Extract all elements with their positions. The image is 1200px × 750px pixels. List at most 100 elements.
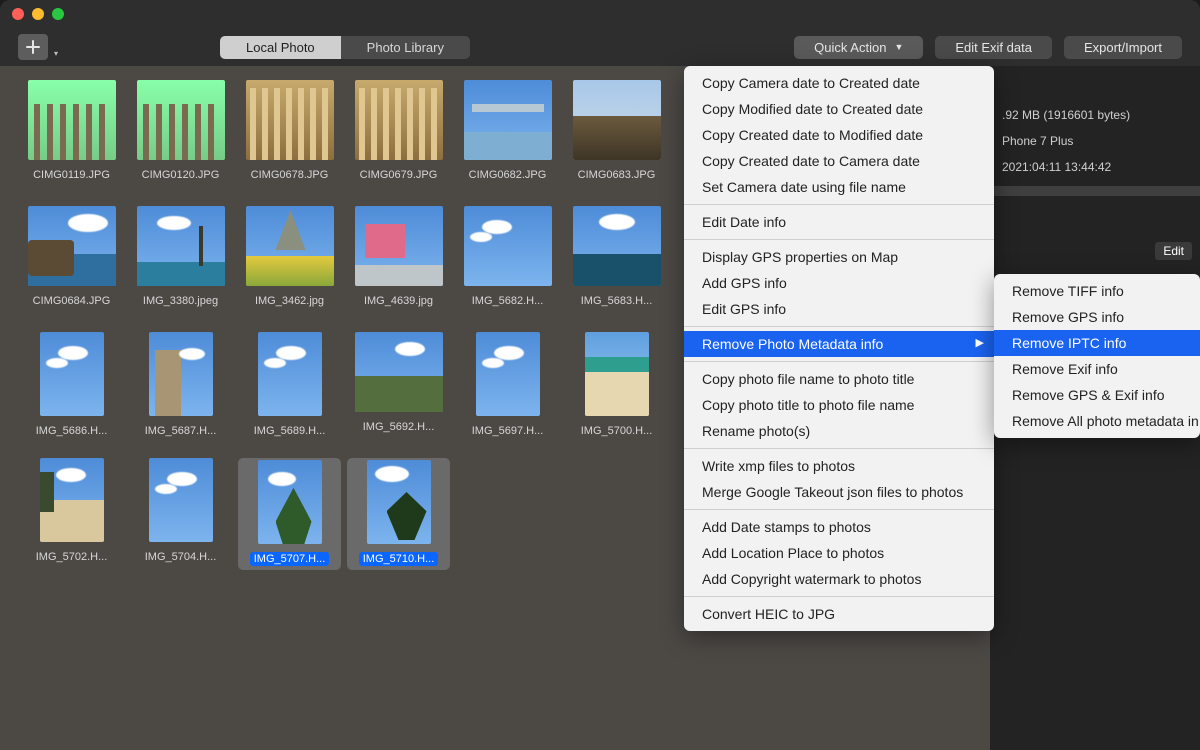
thumbnail-image	[464, 80, 552, 160]
thumbnail-item[interactable]: CIMG0683.JPG	[565, 80, 668, 192]
thumbnail-item[interactable]: IMG_5704.H...	[129, 458, 232, 570]
menu-item[interactable]: Display GPS properties on Map	[684, 244, 994, 270]
thumbnail-image	[28, 206, 116, 286]
thumbnail-item[interactable]: CIMG0679.JPG	[347, 80, 450, 192]
thumbnail-label: IMG_5692.H...	[359, 420, 439, 434]
thumbnail-item[interactable]: IMG_5682.H...	[456, 206, 559, 318]
thumbnail-label: IMG_5700.H...	[577, 424, 657, 438]
close-icon[interactable]	[12, 8, 24, 20]
quick-action-label: Quick Action	[814, 40, 886, 55]
menu-item[interactable]: Set Camera date using file name	[684, 174, 994, 200]
thumbnail-image	[258, 460, 322, 544]
menu-item[interactable]: Copy photo file name to photo title	[684, 366, 994, 392]
thumbnail-label: IMG_4639.jpg	[360, 294, 437, 308]
thumbnail-label: IMG_5683.H...	[577, 294, 657, 308]
thumbnail-image	[28, 80, 116, 160]
seg-photo-library[interactable]: Photo Library	[341, 36, 470, 59]
menu-item[interactable]: Copy Modified date to Created date	[684, 96, 994, 122]
thumbnail-item[interactable]: IMG_5687.H...	[129, 332, 232, 444]
menu-item[interactable]: Copy Camera date to Created date	[684, 70, 994, 96]
thumbnail-image	[137, 206, 225, 286]
submenu-item[interactable]: Remove GPS info	[994, 304, 1200, 330]
thumbnail-label: IMG_5689.H...	[250, 424, 330, 438]
submenu-item[interactable]: Remove All photo metadata in	[994, 408, 1200, 434]
thumbnail-label: IMG_5707.H...	[250, 552, 330, 566]
remove-metadata-submenu: Remove TIFF infoRemove GPS infoRemove IP…	[994, 274, 1200, 438]
thumbnail-label: CIMG0684.JPG	[29, 294, 115, 308]
view-segmented-control: Local Photo Photo Library	[220, 36, 470, 59]
thumbnail-item[interactable]: IMG_5686.H...	[20, 332, 123, 444]
thumbnail-image	[476, 332, 540, 416]
submenu-item[interactable]: Remove GPS & Exif info	[994, 382, 1200, 408]
menu-separator	[684, 326, 994, 327]
thumbnail-label: CIMG0119.JPG	[29, 168, 114, 182]
thumbnail-item[interactable]: CIMG0682.JPG	[456, 80, 559, 192]
thumbnail-item[interactable]: CIMG0678.JPG	[238, 80, 341, 192]
thumbnail-label: IMG_3462.jpg	[251, 294, 328, 308]
thumbnail-image	[573, 206, 661, 286]
edit-exif-button[interactable]: Edit Exif data	[935, 36, 1052, 59]
thumbnail-label: CIMG0678.JPG	[247, 168, 333, 182]
edit-metadata-button[interactable]: Edit	[1155, 242, 1192, 260]
fullscreen-icon[interactable]	[52, 8, 64, 20]
submenu-item[interactable]: Remove TIFF info	[994, 278, 1200, 304]
thumbnail-item[interactable]: IMG_4639.jpg	[347, 206, 450, 318]
thumbnail-image	[573, 80, 661, 160]
menu-item[interactable]: Copy Created date to Modified date	[684, 122, 994, 148]
plus-icon	[26, 40, 40, 54]
menu-item[interactable]: Remove Photo Metadata info▶	[684, 331, 994, 357]
menu-separator	[684, 361, 994, 362]
thumbnail-item[interactable]: IMG_5692.H...	[347, 332, 450, 444]
menu-item[interactable]: Add Copyright watermark to photos	[684, 566, 994, 592]
thumbnail-item[interactable]: IMG_5683.H...	[565, 206, 668, 318]
thumbnail-label: IMG_5704.H...	[141, 550, 221, 564]
thumbnail-image	[40, 458, 104, 542]
export-import-button[interactable]: Export/Import	[1064, 36, 1182, 59]
thumbnail-image	[246, 206, 334, 286]
submenu-item[interactable]: Remove Exif info	[994, 356, 1200, 382]
menu-item[interactable]: Copy Created date to Camera date	[684, 148, 994, 174]
thumbnail-item[interactable]: IMG_3380.jpeg	[129, 206, 232, 318]
thumbnail-image	[137, 80, 225, 160]
thumbnail-label: IMG_3380.jpeg	[139, 294, 222, 308]
menu-item[interactable]: Add Date stamps to photos	[684, 514, 994, 540]
menu-item[interactable]: Add GPS info	[684, 270, 994, 296]
thumbnail-item[interactable]: IMG_5689.H...	[238, 332, 341, 444]
menu-item[interactable]: Convert HEIC to JPG	[684, 601, 994, 627]
thumbnail-item[interactable]: CIMG0120.JPG	[129, 80, 232, 192]
menu-item[interactable]: Add Location Place to photos	[684, 540, 994, 566]
thumbnail-image	[40, 332, 104, 416]
minimize-icon[interactable]	[32, 8, 44, 20]
meta-date: 2021:04:11 13:44:42	[990, 154, 1200, 180]
thumbnail-item[interactable]: IMG_5702.H...	[20, 458, 123, 570]
quick-action-button[interactable]: Quick Action ▼	[794, 36, 923, 59]
thumbnail-label: IMG_5686.H...	[32, 424, 112, 438]
menu-item[interactable]: Rename photo(s)	[684, 418, 994, 444]
thumbnail-image	[258, 332, 322, 416]
thumbnail-image	[149, 458, 213, 542]
thumbnail-item[interactable]: IMG_5700.H...	[565, 332, 668, 444]
thumbnail-image	[355, 332, 443, 412]
meta-size: .92 MB (1916601 bytes)	[990, 102, 1200, 128]
menu-item[interactable]: Copy photo title to photo file name	[684, 392, 994, 418]
add-button[interactable]	[18, 34, 48, 60]
menu-item[interactable]: Merge Google Takeout json files to photo…	[684, 479, 994, 505]
menu-item[interactable]: Edit Date info	[684, 209, 994, 235]
thumbnail-item[interactable]: IMG_5697.H...	[456, 332, 559, 444]
menu-item[interactable]: Write xmp files to photos	[684, 453, 994, 479]
thumbnail-item[interactable]: IMG_5707.H...	[238, 458, 341, 570]
thumbnail-item[interactable]: IMG_3462.jpg	[238, 206, 341, 318]
thumbnail-label: CIMG0120.JPG	[138, 168, 224, 182]
thumbnail-image	[585, 332, 649, 416]
thumbnail-label: IMG_5702.H...	[32, 550, 112, 564]
chevron-down-icon: ▼	[894, 42, 903, 52]
content-area: CIMG0119.JPG CIMG0120.JPG CIMG0678.JPG CIMG…	[0, 66, 1200, 750]
thumbnail-item[interactable]: CIMG0684.JPG	[20, 206, 123, 318]
thumbnail-item[interactable]: IMG_5710.H...	[347, 458, 450, 570]
thumbnail-item[interactable]: CIMG0119.JPG	[20, 80, 123, 192]
seg-local-photo[interactable]: Local Photo	[220, 36, 341, 59]
menu-item[interactable]: Edit GPS info	[684, 296, 994, 322]
thumbnail-label: CIMG0679.JPG	[356, 168, 442, 182]
submenu-item[interactable]: Remove IPTC info	[994, 330, 1200, 356]
thumbnail-label: IMG_5687.H...	[141, 424, 221, 438]
